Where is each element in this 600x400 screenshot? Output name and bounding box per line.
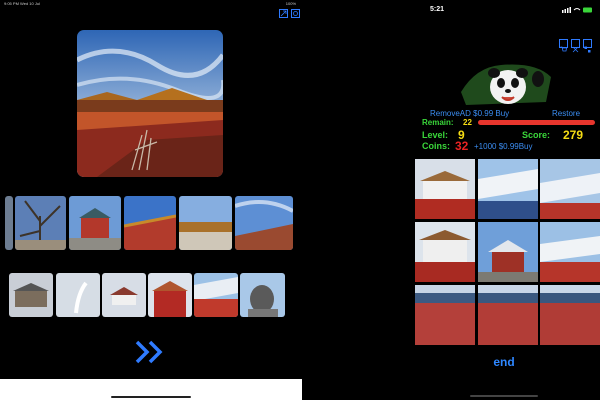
puzzle-tile[interactable] [415, 222, 475, 282]
tablet-status-time: 9:05 PM [4, 1, 19, 6]
puzzle-tile[interactable] [415, 159, 475, 219]
puzzle-tile[interactable] [415, 285, 475, 345]
cart-button[interactable] [559, 39, 568, 52]
forward-button[interactable] [134, 339, 166, 365]
panda-image [456, 57, 556, 109]
coins-label: Coins: [422, 141, 450, 151]
grid-button[interactable] [583, 39, 592, 53]
puzzle-tile[interactable] [540, 285, 600, 345]
score-label: Score: [522, 130, 551, 140]
photo-thumb[interactable] [56, 273, 100, 317]
photo-thumb[interactable] [9, 273, 53, 317]
remove-ad-button[interactable]: RemoveAD $0.99 Buy [430, 109, 509, 118]
double-chevron-right-icon [134, 340, 166, 369]
cart-icon [560, 40, 567, 57]
expand-button[interactable] [571, 39, 580, 53]
grid-icon [584, 40, 591, 57]
photo-thumb[interactable] [240, 273, 285, 317]
tablet-status-bar: 9:05 PM Wed 10 Jul [4, 1, 40, 6]
restore-button[interactable]: Restore [552, 109, 580, 118]
tablet-status-date: Wed 10 Jul [20, 1, 40, 6]
puzzle-tile[interactable] [478, 222, 538, 282]
phone-status-time: 5:21 [430, 6, 445, 13]
buy-coins-button[interactable]: +1000 $0.99Buy [474, 142, 533, 151]
photo-thumb[interactable] [179, 196, 232, 250]
end-button[interactable]: end [408, 355, 600, 369]
home-indicator[interactable] [470, 395, 538, 397]
puzzle-tile[interactable] [478, 285, 538, 345]
remain-label: Remain: [422, 118, 454, 127]
phone-screen: 5:21 RemoveAD $0.99 Buy Restore Remain: … [408, 0, 600, 400]
level-label: Level: [422, 130, 449, 140]
home-indicator[interactable] [111, 396, 191, 398]
photo-thumb[interactable] [102, 273, 146, 317]
tablet-battery: 100% [285, 1, 296, 6]
photo-thumb[interactable] [69, 196, 121, 250]
remain-value: 22 [463, 118, 472, 127]
hero-image [77, 30, 223, 177]
photo-thumb[interactable] [5, 196, 13, 250]
puzzle-tile[interactable] [540, 222, 600, 282]
photo-thumb[interactable] [194, 273, 238, 317]
puzzle-tile[interactable] [540, 159, 600, 219]
score-value: 279 [563, 128, 584, 142]
photo-thumb[interactable] [124, 196, 176, 250]
phone-status-icons [562, 7, 592, 15]
remain-progress-bar [478, 120, 595, 125]
photo-thumb[interactable] [15, 196, 66, 250]
expand-button[interactable] [279, 9, 288, 18]
expand-icon [572, 40, 579, 57]
photo-thumb[interactable] [235, 196, 293, 250]
puzzle-tile[interactable] [478, 159, 538, 219]
coins-value: 32 [455, 139, 469, 153]
photo-thumb[interactable] [148, 273, 192, 317]
settings-button[interactable] [291, 9, 300, 18]
tablet-screen: 9:05 PM Wed 10 Jul 100% [0, 0, 302, 400]
